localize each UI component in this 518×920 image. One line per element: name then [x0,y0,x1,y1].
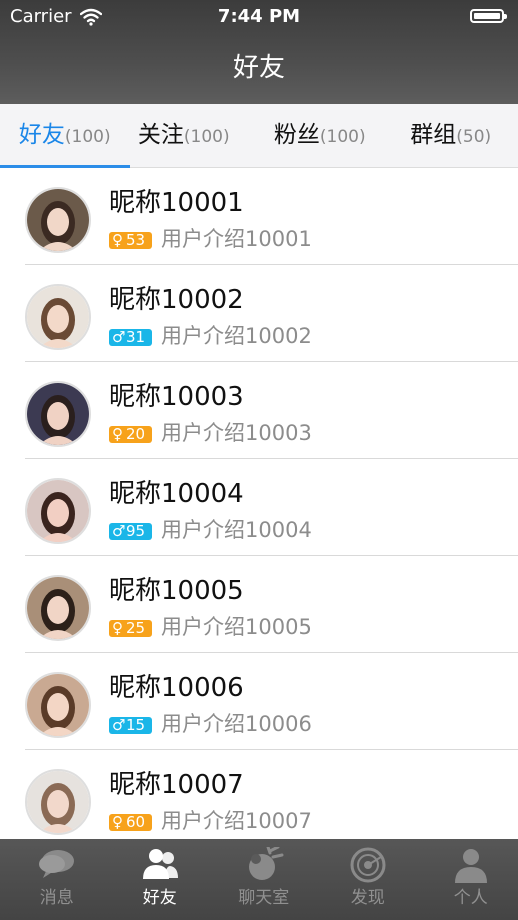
tabbar-item-messages[interactable]: 消息 [5,839,109,920]
list-item[interactable]: 昵称10007 ♀ 60 用户介绍10007 [0,750,518,847]
tab-groups[interactable]: 群组(50) [386,104,516,167]
battery-icon [470,9,507,23]
user-intro: 用户介绍10002 [161,324,312,348]
friends-icon [142,849,178,879]
avatar[interactable] [25,672,91,738]
friend-list: 昵称10001 ♀ 53 用户介绍10001 昵称10002 ♂ 31 用户介绍10… [0,168,518,847]
nickname: 昵称10006 [109,673,244,703]
age-value: 20 [126,425,146,443]
male-icon: ♂ [112,328,126,346]
avatar[interactable] [25,187,91,253]
gender-age-badge: ♀ 53 [109,232,152,249]
tab-fans[interactable]: 粉丝(100) [255,104,385,167]
nickname: 昵称10003 [109,382,244,412]
nickname: 昵称10002 [109,285,244,315]
tabbar-item-friends[interactable]: 好友 [108,839,212,920]
male-icon: ♂ [112,716,126,734]
female-icon: ♀ [112,619,123,637]
user-intro: 用户介绍10004 [161,518,312,542]
tabbar-label: 个人 [453,888,488,908]
tabbar-item-discover[interactable]: 发现 [316,839,420,920]
avatar[interactable] [25,575,91,641]
message-bubble-icon [38,850,74,878]
tab-count: (100) [319,127,366,147]
clock: 7:44 PM [217,6,301,27]
avatar[interactable] [25,284,91,350]
user-intro: 用户介绍10001 [161,227,312,251]
user-intro: 用户介绍10007 [161,809,312,833]
female-icon: ♀ [112,231,123,249]
avatar[interactable] [25,769,91,835]
age-value: 53 [126,231,146,249]
nickname: 昵称10001 [109,188,244,218]
page-title: 好友 [232,53,285,83]
list-item[interactable]: 昵称10006 ♂ 15 用户介绍10006 [0,653,518,750]
bottom-tab-bar: 消息 好友 聊天室 发现 个人 [0,839,518,920]
gender-age-badge: ♂ 95 [109,523,152,540]
gender-age-badge: ♀ 20 [109,426,152,443]
nickname: 昵称10004 [109,479,244,509]
radar-icon [350,847,386,883]
gender-age-badge: ♂ 31 [109,329,152,346]
gender-age-badge: ♀ 25 [109,620,152,637]
tabbar-label: 好友 [142,888,177,908]
tab-count: (100) [183,127,230,147]
tabbar-label: 消息 [39,888,74,908]
age-value: 60 [126,813,146,831]
nickname: 昵称10005 [109,576,244,606]
tab-following[interactable]: 关注(100) [119,104,249,167]
tabbar-item-profile[interactable]: 个人 [419,839,518,920]
female-icon: ♀ [112,425,123,443]
list-item[interactable]: 昵称10005 ♀ 25 用户介绍10005 [0,556,518,653]
tabbar-label: 发现 [350,888,385,908]
navigation-bar: Carrier 7:44 PM 好友 [0,0,518,104]
tab-count: (100) [64,127,111,147]
male-icon: ♂ [112,522,126,540]
avatar[interactable] [25,381,91,447]
list-item[interactable]: 昵称10004 ♂ 95 用户介绍10004 [0,459,518,556]
status-bar: Carrier 7:44 PM [0,0,518,34]
tab-friends[interactable]: 好友(100) [0,104,130,167]
person-icon [454,849,487,883]
age-value: 95 [126,522,146,540]
tab-label: 群组 [410,122,457,148]
list-item[interactable]: 昵称10001 ♀ 53 用户介绍10001 [0,168,518,265]
chatroom-icon [248,847,284,880]
segment-tabs: 好友(100) 关注(100) 粉丝(100) 群组(50) [0,104,518,168]
user-intro: 用户介绍10005 [161,615,312,639]
tabbar-item-chatroom[interactable]: 聊天室 [212,839,316,920]
gender-age-badge: ♂ 15 [109,717,152,734]
tab-label: 好友 [18,122,65,148]
nickname: 昵称10007 [109,770,244,800]
tab-label: 关注 [137,122,184,148]
tab-count: (50) [456,127,492,147]
gender-age-badge: ♀ 60 [109,814,152,831]
avatar[interactable] [25,478,91,544]
age-value: 15 [126,716,146,734]
age-value: 25 [126,619,146,637]
user-intro: 用户介绍10006 [161,712,312,736]
age-value: 31 [126,328,146,346]
female-icon: ♀ [112,813,123,831]
tabbar-label: 聊天室 [238,888,290,908]
list-item[interactable]: 昵称10003 ♀ 20 用户介绍10003 [0,362,518,459]
user-intro: 用户介绍10003 [161,421,312,445]
tab-label: 粉丝 [273,122,320,148]
list-item[interactable]: 昵称10002 ♂ 31 用户介绍10002 [0,265,518,362]
